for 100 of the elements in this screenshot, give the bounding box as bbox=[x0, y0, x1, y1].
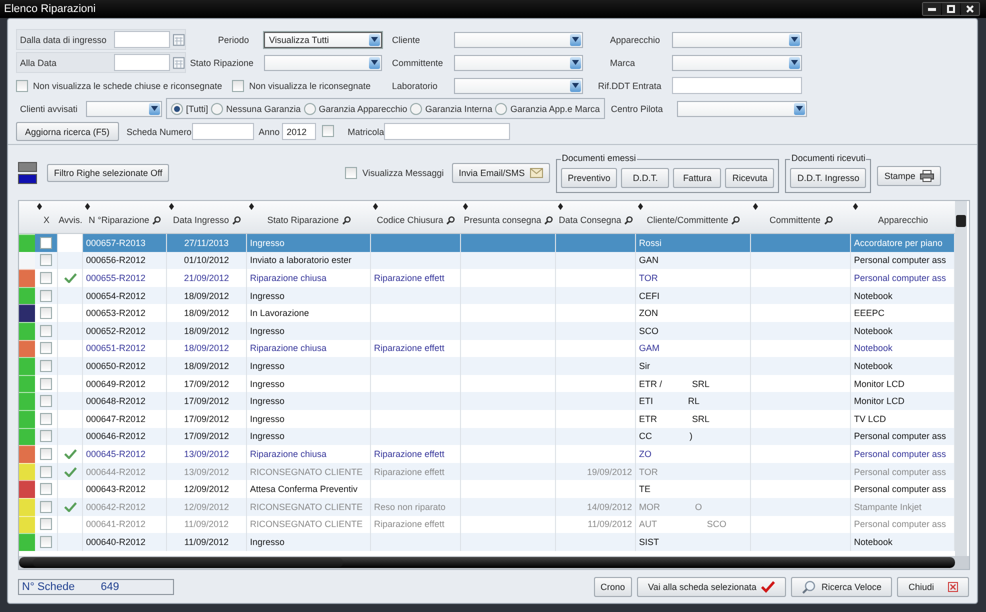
column-header[interactable]: Codice Chiusura bbox=[371, 201, 461, 233]
column-header[interactable]: Data Consegna bbox=[556, 201, 636, 233]
refresh-button[interactable]: Aggiorna ricerca (F5) bbox=[16, 122, 119, 141]
radio-button[interactable] bbox=[171, 102, 183, 114]
table-row[interactable]: 000645-R2012 13/09/2012 Riparazione chiusa Riparazione effett ZO Personal computer ass bbox=[19, 445, 955, 463]
footer-button[interactable]: Crono bbox=[594, 576, 632, 596]
radio-button[interactable] bbox=[211, 102, 224, 114]
print-button[interactable]: Stampe bbox=[877, 166, 942, 186]
checkbox[interactable] bbox=[40, 272, 52, 284]
column-header[interactable]: Presunta consegna bbox=[461, 201, 556, 233]
table-row[interactable]: 000649-R2012 17/09/2012 Ingresso ETR / SRL Monitor LCD bbox=[19, 374, 955, 392]
caret-icon[interactable] bbox=[149, 102, 160, 114]
table-row[interactable]: 000656-R2012 01/10/2012 Inviato a laboratorio ester GAN Personal computer ass bbox=[19, 252, 955, 270]
caret-icon[interactable] bbox=[369, 56, 380, 68]
checkbox[interactable] bbox=[40, 395, 52, 408]
column-header[interactable]: Apparecchio bbox=[851, 201, 955, 233]
checkbox[interactable] bbox=[40, 378, 52, 390]
column-header[interactable]: Stato Riparazione bbox=[247, 201, 371, 233]
filter-button[interactable]: Filtro Righe selezionate Off bbox=[47, 164, 170, 182]
checkbox[interactable] bbox=[40, 483, 52, 496]
search-icon[interactable] bbox=[232, 216, 242, 224]
column-header[interactable]: Data Ingresso bbox=[167, 201, 247, 233]
table-row[interactable]: 000657-R2013 27/11/2013 Ingresso Rossi Accordatore per piano bbox=[19, 234, 955, 252]
close-button[interactable] bbox=[961, 3, 979, 15]
checkbox[interactable] bbox=[40, 448, 52, 460]
card-number-field[interactable] bbox=[192, 123, 254, 140]
radio-button[interactable] bbox=[410, 102, 422, 114]
search-icon[interactable] bbox=[446, 216, 456, 224]
field-label: Alla Data bbox=[20, 58, 57, 68]
table-row[interactable]: 000655-R2012 21/09/2012 Riparazione chiusa Riparazione effett TOR Personal computer ass bbox=[19, 269, 955, 287]
checkbox[interactable] bbox=[40, 236, 52, 249]
period-dropdown[interactable]: Visualizza Tutti bbox=[264, 32, 382, 48]
checkbox[interactable] bbox=[345, 166, 358, 178]
caret-icon[interactable] bbox=[570, 34, 581, 46]
checkbox[interactable] bbox=[40, 466, 52, 478]
radio-button[interactable] bbox=[495, 102, 508, 114]
footer-button[interactable]: Vai alla scheda selezionata bbox=[637, 576, 786, 596]
footer-button[interactable]: Ricerca Veloce bbox=[791, 576, 892, 596]
horizontal-scrollbar[interactable] bbox=[19, 557, 955, 568]
table-cell: RICONSEGNATO CLIENTE bbox=[250, 466, 363, 477]
table-row[interactable]: 000648-R2012 17/09/2012 Ingresso ETI RL Monitor LCD bbox=[19, 392, 955, 410]
checkbox[interactable] bbox=[40, 360, 52, 372]
table-row[interactable]: 000640-R2012 11/09/2012 Ingresso SIST Notebook bbox=[19, 533, 955, 551]
search-icon[interactable] bbox=[342, 216, 351, 224]
checkbox[interactable] bbox=[40, 500, 52, 513]
checkbox[interactable] bbox=[40, 324, 52, 337]
caret-icon[interactable] bbox=[369, 34, 380, 46]
checkbox[interactable] bbox=[40, 290, 52, 302]
table-row[interactable]: 000647-R2012 17/09/2012 Ingresso ETR SRL TV LCD bbox=[19, 410, 955, 428]
table-row[interactable]: 000653-R2012 18/09/2012 In Lavorazione ZON EEEPC bbox=[19, 304, 955, 322]
column-header[interactable]: N °Riparazione bbox=[83, 201, 167, 233]
caret-icon[interactable] bbox=[789, 34, 800, 46]
caret-icon[interactable] bbox=[794, 102, 805, 114]
radio-button[interactable] bbox=[304, 102, 316, 114]
table-row[interactable]: 000652-R2012 18/09/2012 Ingresso SCO Notebook bbox=[19, 322, 955, 340]
checkbox[interactable] bbox=[40, 518, 52, 530]
search-icon[interactable] bbox=[624, 216, 634, 224]
column-header[interactable]: X bbox=[35, 201, 58, 233]
column-header[interactable]: Cliente/Committente bbox=[636, 201, 751, 233]
table-row[interactable]: 000651-R2012 18/09/2012 Riparazione chiusa Riparazione effett GAM Notebook bbox=[19, 340, 955, 358]
checkbox[interactable] bbox=[232, 80, 244, 92]
document-button[interactable]: Fattura bbox=[673, 168, 722, 188]
checkbox[interactable] bbox=[40, 536, 52, 548]
caret-icon[interactable] bbox=[789, 56, 800, 68]
year-field[interactable]: 2012 bbox=[282, 123, 316, 140]
column-header[interactable]: Avvis. bbox=[58, 201, 83, 233]
document-button[interactable]: Preventivo bbox=[560, 168, 618, 188]
search-icon[interactable] bbox=[731, 216, 740, 224]
checkbox[interactable] bbox=[322, 124, 334, 136]
serial-field[interactable] bbox=[384, 123, 510, 140]
document-button[interactable]: D.D.T. Ingresso bbox=[790, 168, 866, 188]
search-icon[interactable] bbox=[824, 216, 833, 224]
caret-icon[interactable] bbox=[570, 80, 581, 92]
column-header[interactable]: Committente bbox=[751, 201, 851, 233]
search-icon[interactable] bbox=[152, 216, 162, 224]
document-button[interactable]: D.D.T. bbox=[621, 168, 670, 188]
checkbox[interactable] bbox=[40, 307, 52, 320]
checkbox[interactable] bbox=[40, 412, 52, 425]
table-row[interactable]: 000643-R2012 12/09/2012 Attesa Conferma Preventiv TE Personal computer ass bbox=[19, 480, 955, 498]
table-row[interactable]: 000650-R2012 18/09/2012 Ingresso Sir Notebook bbox=[19, 357, 955, 375]
vertical-scrollbar[interactable] bbox=[955, 201, 967, 556]
calendar-icon[interactable] bbox=[173, 56, 185, 69]
minimize-button[interactable] bbox=[923, 3, 941, 15]
checkbox[interactable] bbox=[40, 254, 52, 266]
caret-icon[interactable] bbox=[570, 56, 581, 68]
checkbox[interactable] bbox=[40, 342, 52, 354]
table-row[interactable]: 000646-R2012 17/09/2012 Ingresso CC ) Personal computer ass bbox=[19, 428, 955, 446]
search-icon[interactable] bbox=[544, 216, 554, 224]
email-button[interactable]: Invia Email/SMS bbox=[452, 162, 550, 182]
calendar-icon[interactable] bbox=[173, 33, 185, 46]
date-field[interactable] bbox=[114, 31, 170, 48]
date-field[interactable] bbox=[114, 54, 170, 71]
checkbox[interactable] bbox=[40, 430, 52, 442]
table-row[interactable]: 000641-R2012 11/09/2012 RICONSEGNATO CLIENTE Riparazione effett 11/09/2012 AUT SCO Personal computer ass bbox=[19, 516, 955, 534]
document-button[interactable]: Ricevuta bbox=[725, 168, 774, 188]
checkbox[interactable] bbox=[16, 80, 28, 92]
ddt-field[interactable] bbox=[672, 77, 802, 94]
footer-button[interactable]: Chiudi bbox=[897, 576, 969, 596]
maximize-button[interactable] bbox=[942, 3, 960, 15]
table-row[interactable]: 000654-R2012 18/09/2012 Ingresso CEFI Notebook bbox=[19, 286, 955, 304]
